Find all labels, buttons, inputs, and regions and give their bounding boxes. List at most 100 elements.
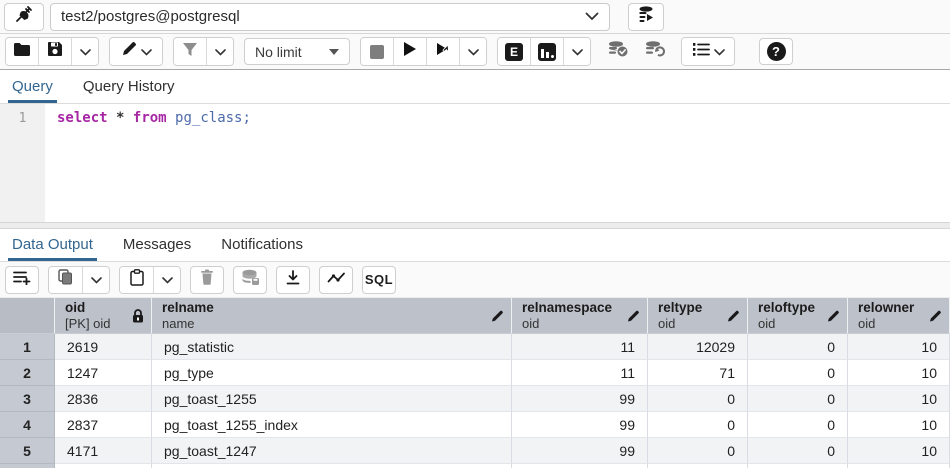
- graph-visualiser-button[interactable]: [319, 266, 353, 294]
- data-output-toolbar: SQL: [0, 262, 950, 298]
- save-options-dropdown[interactable]: [72, 38, 98, 65]
- filter-button[interactable]: [174, 38, 207, 65]
- cell-relnamespace[interactable]: 99: [512, 386, 648, 412]
- cell-reloftype[interactable]: 0: [748, 438, 848, 464]
- copy-options-dropdown[interactable]: [83, 267, 109, 293]
- sql-editor[interactable]: 1 select * from pg_class;: [0, 104, 950, 222]
- row-number-cell[interactable]: 3: [0, 386, 55, 412]
- column-header-oid[interactable]: oid[PK] oid: [55, 298, 152, 334]
- cell-relowner[interactable]: 10: [848, 412, 950, 438]
- copy-button[interactable]: [49, 267, 83, 293]
- cell-relname[interactable]: pg_toast_1255: [152, 386, 512, 412]
- add-row-button[interactable]: [5, 266, 39, 294]
- commit-button[interactable]: [601, 38, 634, 65]
- cancel-query-button[interactable]: [361, 38, 394, 65]
- cell-relowner[interactable]: 10: [848, 334, 950, 360]
- cell-relowner[interactable]: 10: [848, 360, 950, 386]
- help-button[interactable]: ?: [759, 38, 793, 65]
- cell-relname[interactable]: pg_type: [152, 360, 512, 386]
- tab-data-output[interactable]: Data Output: [10, 229, 95, 261]
- save-file-button[interactable]: [39, 38, 72, 65]
- column-header-relnamespace[interactable]: relnamespaceoid: [512, 298, 648, 334]
- row-limit-select[interactable]: No limit: [244, 38, 350, 65]
- line-chart-icon: [327, 271, 346, 289]
- pencil-icon[interactable]: [827, 309, 840, 322]
- pencil-icon[interactable]: [929, 309, 942, 322]
- cell-relname[interactable]: pg_statistic: [152, 334, 512, 360]
- cell-relnamespace[interactable]: 99: [512, 412, 648, 438]
- execute-to-cursor-button[interactable]: [427, 38, 460, 65]
- execute-button[interactable]: [394, 38, 427, 65]
- save-data-changes-button[interactable]: [233, 266, 267, 294]
- column-header-reltype[interactable]: reltypeoid: [648, 298, 748, 334]
- chevron-down-icon: [80, 43, 91, 61]
- cell-reloftype[interactable]: 0: [748, 360, 848, 386]
- save-results-to-file-button[interactable]: [276, 266, 310, 294]
- cell-relnamespace[interactable]: 99: [512, 438, 648, 464]
- tab-messages[interactable]: Messages: [121, 229, 193, 261]
- cell-relname[interactable]: pg_toast_1255_index: [152, 412, 512, 438]
- cell-reloftype[interactable]: 0: [748, 334, 848, 360]
- rollback-button[interactable]: [638, 38, 671, 65]
- chevron-down-icon: [162, 271, 173, 289]
- explain-options-dropdown[interactable]: [564, 38, 590, 65]
- cell-reltype[interactable]: 0: [648, 386, 748, 412]
- explain-analyze-button[interactable]: [531, 38, 564, 65]
- cell-oid[interactable]: 2836: [55, 386, 152, 412]
- panel-splitter[interactable]: [0, 222, 950, 229]
- row-number-cell[interactable]: 2: [0, 360, 55, 386]
- delete-row-button[interactable]: [190, 266, 224, 294]
- row-number-cell[interactable]: 4: [0, 412, 55, 438]
- folder-icon: [13, 42, 31, 62]
- chevron-down-icon: [714, 43, 725, 61]
- paste-options-dropdown[interactable]: [154, 267, 180, 293]
- cell-relnamespace[interactable]: 11: [512, 334, 648, 360]
- chevron-down-icon: [572, 43, 583, 61]
- pencil-icon[interactable]: [727, 309, 740, 322]
- cell-relowner[interactable]: 10: [848, 438, 950, 464]
- pencil-icon[interactable]: [491, 309, 504, 322]
- execute-options-dropdown[interactable]: [460, 38, 486, 65]
- explain-button[interactable]: E: [498, 38, 531, 65]
- cell-oid[interactable]: 1247: [55, 360, 152, 386]
- paste-button-group: [119, 266, 181, 294]
- column-header-reloftype[interactable]: reloftypeoid: [748, 298, 848, 334]
- editor-gutter: 1: [0, 104, 45, 222]
- cell-oid[interactable]: 2837: [55, 412, 152, 438]
- select-all-corner-cell[interactable]: [0, 298, 55, 334]
- cell-relname[interactable]: pg_toast_1247: [152, 438, 512, 464]
- paste-button[interactable]: [120, 267, 154, 293]
- connection-status-button[interactable]: [4, 3, 44, 31]
- tab-notifications[interactable]: Notifications: [219, 229, 305, 261]
- tab-query[interactable]: Query: [10, 71, 55, 103]
- row-number-cell[interactable]: 1: [0, 334, 55, 360]
- cell-reltype[interactable]: 12029: [648, 334, 748, 360]
- edit-button-group: [109, 37, 163, 66]
- cell-relnamespace[interactable]: 11: [512, 360, 648, 386]
- open-file-button[interactable]: [6, 38, 39, 65]
- connection-selector[interactable]: test2/postgres@postgresql: [50, 3, 610, 31]
- cell-oid[interactable]: 4171: [55, 438, 152, 464]
- play-cursor-icon: [435, 41, 452, 62]
- cell-relowner[interactable]: 10: [848, 386, 950, 412]
- row-number-cell[interactable]: 5: [0, 438, 55, 464]
- cell-reloftype[interactable]: 0: [748, 412, 848, 438]
- editor-code[interactable]: select * from pg_class;: [45, 104, 950, 222]
- edit-menu-button[interactable]: [110, 38, 162, 65]
- filter-options-dropdown[interactable]: [207, 38, 233, 65]
- column-header-relowner[interactable]: relowneroid: [848, 298, 950, 334]
- tab-query-history[interactable]: Query History: [81, 71, 177, 103]
- column-header-relname[interactable]: relnamename: [152, 298, 512, 334]
- pencil-icon[interactable]: [627, 309, 640, 322]
- macros-button[interactable]: [682, 38, 734, 65]
- show-sql-button[interactable]: SQL: [362, 266, 396, 294]
- cell-oid[interactable]: 2619: [55, 334, 152, 360]
- new-query-connection-button[interactable]: [628, 3, 664, 31]
- chevron-down-icon: [215, 43, 226, 61]
- cell-reloftype[interactable]: 0: [748, 386, 848, 412]
- floppy-disk-icon: [47, 41, 63, 62]
- cell-reltype[interactable]: 71: [648, 360, 748, 386]
- table-row: 1 2619 pg_statistic 11 12029 0 10: [0, 334, 950, 360]
- cell-reltype[interactable]: 0: [648, 438, 748, 464]
- cell-reltype[interactable]: 0: [648, 412, 748, 438]
